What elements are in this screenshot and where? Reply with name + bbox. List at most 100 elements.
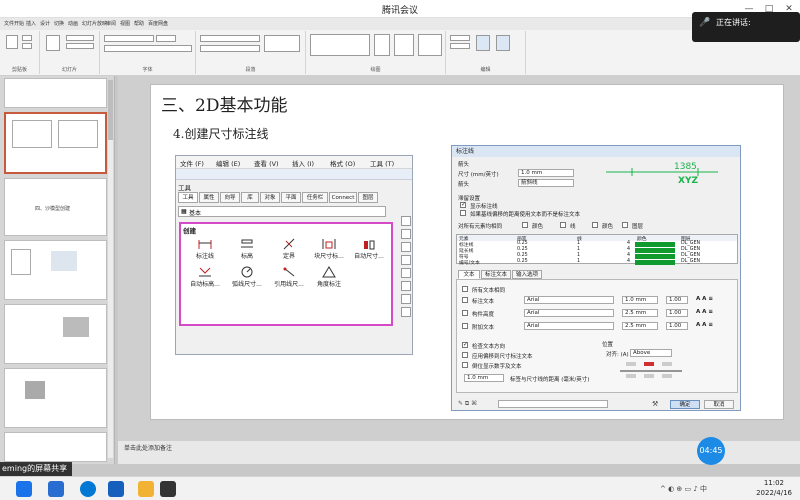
shape-fill-icon[interactable]	[418, 34, 442, 56]
quick-styles-icon[interactable]	[394, 34, 414, 56]
all-text-checkbox	[462, 286, 468, 292]
thumb-caption: 四、沙模型创建	[35, 206, 71, 212]
layout-icon[interactable]	[66, 35, 94, 41]
clock-time[interactable]: 11:02	[764, 479, 784, 487]
tab-insert[interactable]: 插入	[26, 19, 36, 29]
tab-file[interactable]: 文件	[4, 19, 14, 29]
scrollbar-thumb[interactable]	[108, 80, 113, 140]
slide-thumb[interactable]	[4, 432, 107, 462]
menu-tools: 工具 (T)	[370, 160, 395, 168]
palette-side-icon	[401, 255, 411, 265]
palette-menu-bar: 文件 (F) 编辑 (E) 查看 (V) 插入 (I) 格式 (O) 工具 (T…	[176, 156, 412, 169]
group-label: 段落	[245, 67, 256, 73]
app-icon[interactable]	[48, 481, 64, 497]
palette-title: 工具	[178, 184, 191, 192]
meeting-title: 腾讯会议	[381, 6, 418, 16]
slide-thumb-selected[interactable]	[4, 112, 107, 174]
meeting-title-bar: 腾讯会议 — □ ✕	[0, 0, 800, 18]
edge-icon[interactable]	[80, 481, 96, 497]
mail-icon[interactable]	[16, 481, 32, 497]
cut-icon[interactable]	[22, 35, 32, 41]
current-slide[interactable]: 三、2D基本功能 4.创建尺寸标注线 文件 (F) 编辑 (E) 查看 (V) …	[150, 84, 784, 420]
dialog-title: 标注线	[452, 146, 740, 157]
distance-field: 1.0 mm	[464, 374, 504, 382]
dictate-icon[interactable]	[476, 35, 490, 51]
meeting-timer[interactable]: 04:45	[697, 437, 725, 465]
new-slide-icon[interactable]	[46, 35, 60, 51]
list-row-icon[interactable]	[200, 35, 260, 42]
slide-thumb[interactable]	[4, 240, 107, 300]
explorer-icon[interactable]	[138, 481, 154, 497]
notes-placeholder[interactable]: 单击此处添加备注	[124, 443, 172, 452]
group-clipboard: 剪贴板	[0, 31, 40, 74]
thumb-scrollbar[interactable]	[108, 80, 113, 458]
position-label: 位置	[602, 342, 614, 348]
menu-format: 格式 (O)	[330, 160, 356, 168]
tab-home[interactable]: 开始	[14, 19, 24, 29]
all-text-label: 所有文本相同	[472, 288, 506, 294]
palette-tab: 任务栏	[302, 192, 328, 203]
group-label: 幻灯片	[61, 67, 77, 73]
slide-title[interactable]: 三、2D基本功能	[161, 91, 287, 116]
reset-icon[interactable]	[66, 43, 94, 49]
slide-thumbnail-panel[interactable]: 四、沙模型创建	[0, 76, 115, 464]
slide-thumb[interactable]: 四、沙模型创建	[4, 178, 107, 236]
tab-view[interactable]: 视图	[120, 19, 130, 29]
position-preview	[620, 362, 682, 378]
text-row-label: 构件高度	[472, 312, 495, 318]
menu-view: 查看 (V)	[254, 160, 279, 168]
shapes-gallery[interactable]	[310, 34, 370, 56]
replace-icon[interactable]	[450, 43, 470, 49]
align-row-icon[interactable]	[200, 45, 260, 52]
group-editing: 编辑	[446, 31, 526, 74]
tab-design[interactable]: 设计	[40, 19, 50, 29]
slide-thumb[interactable]	[4, 304, 107, 364]
create-label: 创建	[183, 227, 196, 235]
text-direction-icon[interactable]	[264, 35, 300, 52]
paste-icon[interactable]	[6, 35, 18, 49]
boundary-icon	[283, 238, 295, 250]
slide-subtitle[interactable]: 4.创建尺寸标注线	[173, 125, 268, 142]
designer-icon[interactable]	[496, 35, 510, 51]
tool-arc-dimension: 弧线尺寸...	[225, 266, 269, 292]
tab-slideshow[interactable]: 幻灯片放映	[82, 19, 107, 29]
size-field: 2.5 mm	[622, 322, 658, 330]
copy-icon[interactable]	[22, 43, 32, 49]
font-size-combo[interactable]	[156, 35, 176, 42]
clock-date[interactable]: 2022/4/16	[756, 489, 792, 497]
text-row-checkbox	[462, 297, 468, 303]
footer-combo	[498, 400, 608, 408]
auto-dimension-icon	[364, 240, 375, 250]
tool-auto-dimension: 自动尺寸...	[347, 238, 391, 264]
check-a-checkbox	[462, 341, 468, 348]
tool-dimension-line: 标注线	[183, 238, 227, 264]
ribbon-tabs: 文件 开始 插入 设计 切换 动画 幻灯片放映 审阅 视图 帮助 百度网盘	[0, 18, 800, 30]
palette-tab: 对象	[260, 192, 280, 203]
font-combo[interactable]	[104, 35, 154, 42]
font-format-row[interactable]	[104, 45, 192, 52]
tool-label: 自动标高...	[190, 281, 220, 288]
system-tray-icons[interactable]: ^ ◐ ⊕ ▭ ♪ 中	[660, 484, 707, 494]
tab-transition[interactable]: 切换	[54, 19, 64, 29]
tab-baidu[interactable]: 百度网盘	[148, 19, 168, 29]
arrange-icon[interactable]	[374, 34, 390, 56]
store-icon[interactable]	[108, 481, 124, 497]
dialog-tab: 标注文本	[481, 270, 511, 279]
tab-review[interactable]: 审阅	[106, 19, 116, 29]
tool-block-dimension: 块尺寸标...	[307, 238, 351, 264]
slide-thumb[interactable]	[4, 368, 107, 428]
menu-edit: 编辑 (E)	[216, 160, 241, 168]
slide-thumb[interactable]	[4, 78, 107, 108]
tab-animation[interactable]: 动画	[68, 19, 78, 29]
find-icon[interactable]	[450, 35, 470, 41]
tools-icon: ⚒	[652, 400, 659, 408]
tool-label: 引用线尺...	[274, 281, 304, 288]
tab-help[interactable]: 帮助	[134, 19, 144, 29]
opt-label: 颜色	[602, 224, 614, 230]
element-table: 元素 画笔线颜色 图层 标注线 0.25 1 4 DL_GEN 延长线 0.25 1 4 DL_GE…	[456, 234, 738, 266]
preview-text: XYZ	[678, 176, 698, 186]
app-icon[interactable]	[160, 481, 176, 497]
tool-label: 自动尺寸...	[354, 253, 384, 260]
dimension-preview	[606, 168, 718, 176]
palette-tab: Connect	[329, 192, 357, 203]
